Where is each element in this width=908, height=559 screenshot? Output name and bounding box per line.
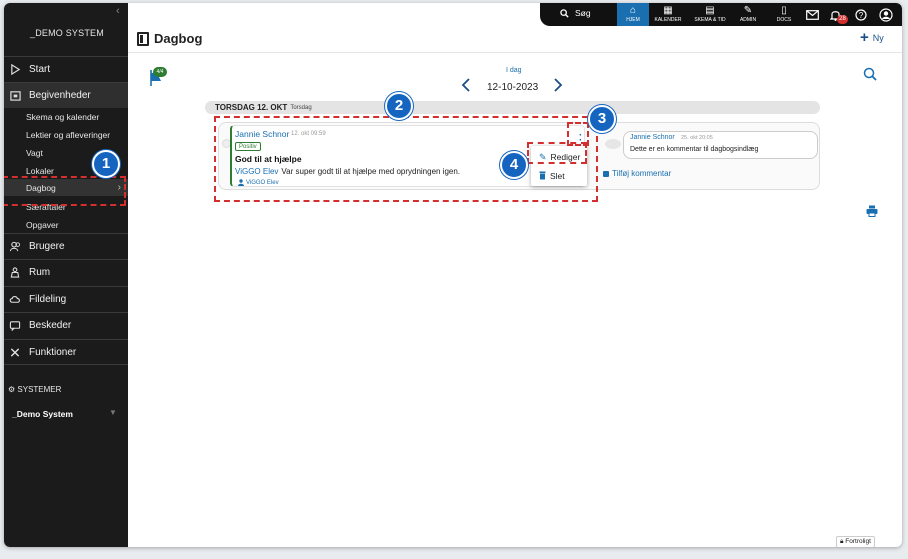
day-sublabel: Torsdag bbox=[290, 104, 312, 111]
annotation-box-4 bbox=[527, 142, 587, 164]
comment-icon bbox=[603, 170, 609, 177]
home-icon: ⌂ bbox=[629, 5, 637, 16]
search-icon[interactable] bbox=[863, 67, 877, 81]
collapse-sidebar-icon[interactable]: ‹ bbox=[116, 5, 120, 17]
help-icon: ? bbox=[855, 8, 867, 21]
schedule-icon: ▤ bbox=[705, 5, 715, 16]
sidebar-sub-lokaler[interactable]: Lokaler bbox=[26, 166, 54, 176]
sidebar-item-label: Fildeling bbox=[29, 294, 67, 305]
plus-icon: + bbox=[860, 29, 869, 46]
sidebar-sub-lektier[interactable]: Lektier og afleveringer bbox=[26, 130, 110, 140]
comment-time: 25. okt 20:05 bbox=[681, 135, 713, 141]
gear-icon: ⚙ bbox=[8, 385, 16, 394]
nav-home[interactable]: ⌂ HJEM bbox=[617, 3, 649, 26]
nav-docs[interactable]: ▯ DOCS bbox=[772, 3, 796, 26]
play-icon bbox=[8, 63, 22, 77]
top-navigation-bar: Søg ⌂ HJEM ▦ KALENDER ▤ SKEMA & TID ✎ AD… bbox=[540, 3, 902, 26]
mail-icon bbox=[805, 9, 819, 20]
header-divider bbox=[128, 52, 902, 53]
sidebar-item-label: Beskeder bbox=[29, 320, 72, 331]
app-window: ‹ _DEMO SYSTEM Start Begivenheder Skema … bbox=[4, 3, 902, 547]
system-selector[interactable]: _Demo System bbox=[12, 409, 73, 419]
svg-text:?: ? bbox=[859, 11, 864, 20]
annotation-box-1 bbox=[4, 176, 126, 206]
current-date: 12-10-2023 bbox=[487, 82, 539, 93]
print-icon[interactable] bbox=[866, 205, 878, 217]
nav-admin[interactable]: ✎ ADMIN bbox=[734, 3, 762, 26]
sidebar-item-rum[interactable]: Rum bbox=[4, 259, 128, 285]
sidebar-item-label: Rum bbox=[29, 267, 51, 278]
tools-icon bbox=[8, 345, 22, 359]
user-avatar-icon bbox=[879, 7, 893, 22]
comment-text: Dette er en kommentar til dagbogsindlæg bbox=[630, 146, 759, 153]
brand-name: _DEMO SYSTEM bbox=[30, 28, 104, 38]
search-icon bbox=[560, 8, 569, 18]
sidebar-item-label: Begivenheder bbox=[29, 90, 91, 101]
calendar-icon: ▦ bbox=[663, 5, 673, 16]
wrench-icon: ✎ bbox=[743, 5, 753, 16]
sidebar-item-label: Brugere bbox=[29, 241, 65, 252]
add-comment-link[interactable]: Tilføj kommentar bbox=[603, 169, 671, 178]
profile-button[interactable] bbox=[877, 3, 895, 26]
day-header: TORSDAG 12. OKT Torsdag bbox=[205, 101, 820, 114]
sidebar-item-label: Funktioner bbox=[29, 346, 77, 358]
notification-badge: 28 bbox=[837, 15, 848, 24]
search-button[interactable]: Søg bbox=[560, 8, 591, 18]
new-entry-button[interactable]: + Ny bbox=[860, 29, 884, 46]
sidebar-sub-skema[interactable]: Skema og kalender bbox=[26, 112, 99, 122]
sidebar-item-start[interactable]: Start bbox=[4, 56, 128, 82]
diary-icon bbox=[137, 32, 149, 46]
cloud-icon bbox=[8, 293, 22, 307]
annotation-badge-1: 1 bbox=[92, 150, 120, 178]
messages-icon bbox=[8, 319, 22, 333]
day-label: TORSDAG 12. OKT bbox=[215, 103, 288, 112]
systems-heading: ⚙ SYSTEMER bbox=[8, 385, 62, 394]
annotation-badge-3: 3 bbox=[588, 105, 616, 133]
sidebar-item-label: Start bbox=[29, 64, 51, 75]
nav-kalender[interactable]: ▦ KALENDER bbox=[651, 3, 685, 26]
calendar-icon bbox=[8, 89, 22, 103]
sidebar-sub-opgaver[interactable]: Opgaver bbox=[26, 220, 59, 230]
flag-count-badge: 4/4 bbox=[153, 67, 167, 77]
previous-day-button[interactable] bbox=[461, 77, 471, 97]
sidebar-item-fildeling[interactable]: Fildeling bbox=[4, 286, 128, 312]
sidebar: ‹ _DEMO SYSTEM Start Begivenheder Skema … bbox=[4, 3, 128, 547]
sidebar-sub-vagt[interactable]: Vagt bbox=[26, 148, 43, 158]
room-icon bbox=[8, 266, 22, 280]
annotation-badge-4: 4 bbox=[500, 151, 528, 179]
page-title: Dagbog bbox=[154, 31, 203, 46]
nav-skema-tid[interactable]: ▤ SKEMA & TID bbox=[688, 3, 732, 26]
chevron-right-icon bbox=[554, 78, 563, 92]
today-link[interactable]: I dag bbox=[506, 67, 522, 74]
lock-icon: 🔒︎ bbox=[840, 538, 844, 545]
comment-author[interactable]: Jannie Schnor bbox=[630, 134, 675, 141]
sidebar-item-beskeder[interactable]: Beskeder bbox=[4, 312, 128, 338]
confidential-button[interactable]: 🔒︎ Fortroligt bbox=[836, 536, 875, 547]
mail-button[interactable] bbox=[803, 3, 821, 26]
next-day-button[interactable] bbox=[553, 77, 563, 97]
annotation-badge-2: 2 bbox=[385, 92, 413, 120]
sidebar-item-brugere[interactable]: Brugere bbox=[4, 233, 128, 259]
caret-down-icon[interactable]: ▼ bbox=[109, 408, 117, 417]
search-label: Søg bbox=[575, 8, 591, 18]
avatar bbox=[605, 139, 621, 149]
document-icon: ▯ bbox=[781, 5, 787, 16]
chevron-left-icon bbox=[461, 78, 470, 92]
users-icon bbox=[8, 240, 22, 254]
sidebar-item-funktioner[interactable]: Funktioner bbox=[4, 339, 128, 365]
help-button[interactable]: ? bbox=[853, 3, 869, 26]
sidebar-item-begivenheder[interactable]: Begivenheder bbox=[4, 82, 128, 108]
